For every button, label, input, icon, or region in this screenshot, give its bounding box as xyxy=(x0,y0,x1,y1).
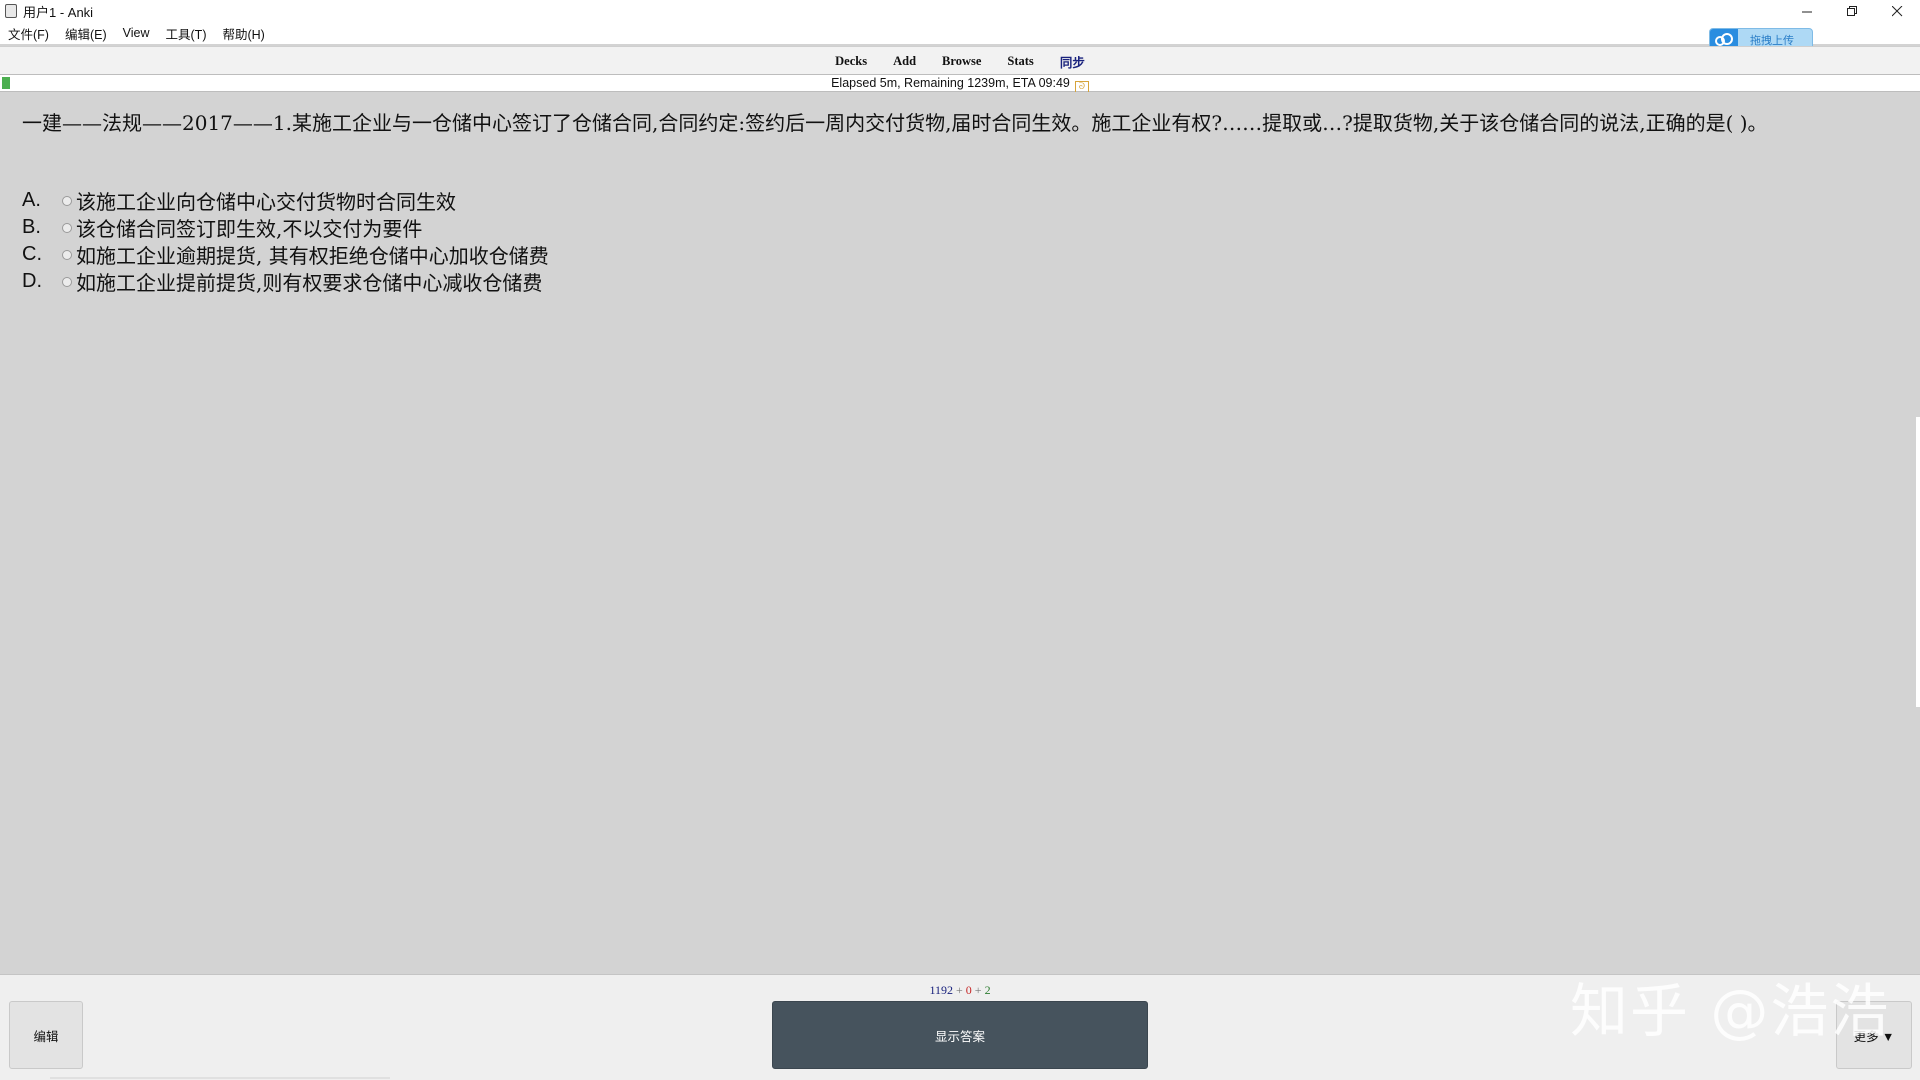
menu-view[interactable]: View xyxy=(123,26,150,40)
toplink-stats[interactable]: Stats xyxy=(1007,54,1033,69)
zhihu-watermark: 知乎 @浩浩 xyxy=(1570,977,1891,1045)
edit-button[interactable]: 编辑 xyxy=(9,1001,83,1069)
bottom-divider xyxy=(50,1077,390,1079)
option-c[interactable]: C. 如施工企业逾期提货, 其有权拒绝仓储中心加收仓储费 xyxy=(22,241,549,268)
toplink-add[interactable]: Add xyxy=(893,54,916,69)
option-letter: B. xyxy=(22,216,41,238)
menu-bar: 文件(F) 编辑(E) View 工具(T) 帮助(H) xyxy=(0,22,1920,44)
new-count: 1192 xyxy=(929,983,953,997)
menu-file[interactable]: 文件(F) xyxy=(8,24,49,43)
card-content-area: 一建——法规——2017——1.某施工企业与一仓储中心签订了仓储合同,合同约定:… xyxy=(0,92,1920,974)
option-a[interactable]: A. 该施工企业向仓储中心交付货物时合同生效 xyxy=(22,187,549,214)
progress-text-wrap: Elapsed 5m, Remaining 1239m, ETA 09:49 ᘐ xyxy=(0,75,1920,93)
toplink-decks[interactable]: Decks xyxy=(835,54,867,69)
title-bar: 用户1 - Anki xyxy=(0,0,1920,22)
progress-text: Elapsed 5m, Remaining 1239m, ETA 09:49 xyxy=(831,76,1070,90)
restore-icon[interactable] xyxy=(1830,0,1875,22)
option-letter: D. xyxy=(22,270,42,292)
option-letter: A. xyxy=(22,189,41,211)
count-separator: + xyxy=(974,983,982,997)
review-progress-bar: Elapsed 5m, Remaining 1239m, ETA 09:49 ᘐ xyxy=(0,74,1920,93)
toplink-sync[interactable]: 同步 xyxy=(1060,52,1085,71)
radio-icon[interactable] xyxy=(62,222,72,233)
radio-icon[interactable] xyxy=(62,276,72,287)
option-text: 该施工企业向仓储中心交付货物时合同生效 xyxy=(76,190,456,214)
option-text: 如施工企业提前提货,则有权要求仓储中心减收仓储费 xyxy=(76,271,543,295)
toplinks-bar: Decks Add Browse Stats 同步 xyxy=(0,46,1920,75)
toplink-browse[interactable]: Browse xyxy=(942,54,981,69)
option-text: 该仓储合同签订即生效,不以交付为要件 xyxy=(76,217,423,241)
menu-edit[interactable]: 编辑(E) xyxy=(65,24,107,43)
radio-icon[interactable] xyxy=(62,249,72,260)
minimize-icon[interactable] xyxy=(1785,0,1830,22)
anki-app-icon xyxy=(5,4,17,18)
question-text: 一建——法规——2017——1.某施工企业与一仓储中心签订了仓储合同,合同约定:… xyxy=(22,111,1768,135)
option-text: 如施工企业逾期提货, 其有权拒绝仓储中心加收仓储费 xyxy=(76,244,549,268)
options-list: A. 该施工企业向仓储中心交付货物时合同生效 B. 该仓储合同签订即生效,不以交… xyxy=(22,187,549,295)
menu-help[interactable]: 帮助(H) xyxy=(222,24,264,43)
window-controls xyxy=(1785,0,1920,22)
option-d[interactable]: D. 如施工企业提前提货,则有权要求仓储中心减收仓储费 xyxy=(22,268,549,295)
learn-count: 0 xyxy=(965,983,972,997)
show-answer-button[interactable]: 显示答案 xyxy=(772,1001,1148,1069)
review-count: 2 xyxy=(984,983,991,997)
window-title: 用户1 - Anki xyxy=(23,4,94,20)
radio-icon[interactable] xyxy=(62,195,72,206)
scrollbar[interactable] xyxy=(1916,417,1920,707)
menu-tools[interactable]: 工具(T) xyxy=(166,24,207,43)
option-letter: C. xyxy=(22,243,42,265)
close-icon[interactable] xyxy=(1875,0,1920,22)
option-b[interactable]: B. 该仓储合同签订即生效,不以交付为要件 xyxy=(22,214,549,241)
count-separator: + xyxy=(956,983,963,997)
